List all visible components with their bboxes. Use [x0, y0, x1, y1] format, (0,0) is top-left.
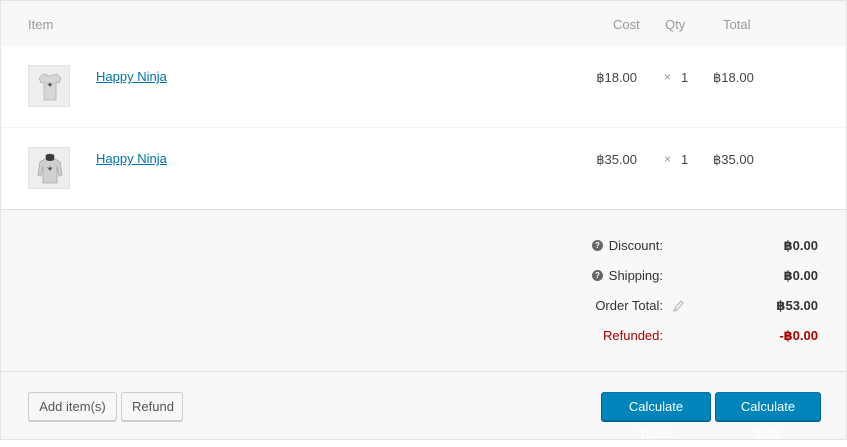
product-thumbnail[interactable]: [28, 65, 70, 107]
shipping-value: ฿0.00: [783, 268, 818, 283]
order-items-panel: Item Cost Qty Total Happy Ninja ฿18.00 ×…: [0, 0, 847, 441]
column-header-item: Item: [28, 17, 54, 32]
order-total-value: ฿53.00: [776, 298, 818, 313]
item-cost: ฿35.00: [596, 152, 637, 167]
discount-value: ฿0.00: [783, 238, 818, 253]
hoodie-icon: [37, 153, 63, 184]
qty-multiplier: ×: [664, 70, 672, 84]
refunded-value: -฿0.00: [779, 328, 818, 343]
calculate-total-button[interactable]: Calculate Total: [715, 392, 821, 441]
shipping-label: Shipping:: [608, 268, 663, 283]
discount-row: ? Discount: ฿0.00: [1, 238, 846, 258]
column-header-qty: Qty: [665, 17, 686, 32]
refunded-label: Refunded:: [603, 328, 663, 343]
table-row: Happy Ninja ฿18.00 × 1 ฿18.00: [1, 46, 846, 128]
product-link[interactable]: Happy Ninja: [96, 151, 167, 166]
pencil-icon[interactable]: [672, 299, 684, 316]
table-header: Item Cost Qty Total: [1, 1, 846, 46]
item-line-total: ฿35.00: [713, 152, 754, 167]
order-total-label: Order Total:: [595, 298, 663, 313]
order-actions-bar: Add item(s) Refund Calculate Taxes Calcu…: [1, 371, 846, 441]
shipping-row: ? Shipping: ฿0.00: [1, 268, 846, 288]
refunded-row: Refunded: -฿0.00: [1, 328, 846, 348]
order-totals: ? Discount: ฿0.00 ? Shipping: ฿0.00 Orde…: [1, 209, 846, 371]
item-qty: 1: [681, 152, 689, 167]
refund-button[interactable]: Refund: [121, 392, 183, 421]
qty-multiplier: ×: [664, 152, 672, 166]
item-qty: 1: [681, 70, 689, 85]
table-row: Happy Ninja ฿35.00 × 1 ฿35.00: [1, 128, 846, 210]
tshirt-icon: [38, 73, 62, 101]
discount-label: Discount:: [608, 238, 663, 253]
product-thumbnail[interactable]: [28, 147, 70, 189]
column-header-cost: Cost: [613, 17, 640, 32]
item-line-total: ฿18.00: [713, 70, 754, 85]
add-items-button[interactable]: Add item(s): [28, 392, 117, 421]
product-link[interactable]: Happy Ninja: [96, 69, 167, 84]
help-tip-icon[interactable]: ?: [592, 270, 603, 281]
column-header-total: Total: [723, 17, 751, 32]
help-tip-icon[interactable]: ?: [592, 240, 603, 251]
calculate-taxes-button[interactable]: Calculate Taxes: [601, 392, 711, 441]
order-total-row: Order Total: ฿53.00: [1, 298, 846, 318]
item-cost: ฿18.00: [596, 70, 637, 85]
